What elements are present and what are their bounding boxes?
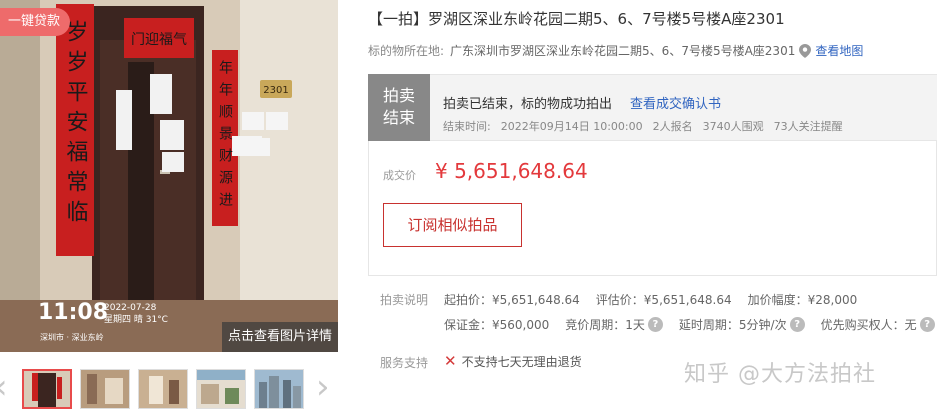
item-title: 【一拍】罗湖区深业东岭花园二期5、6、7号楼5号楼A座2301 [368,10,785,28]
auction-info-row-1: 起拍价：¥5,651,648.64 评估价：¥5,651,648.64 加价幅度… [444,291,857,308]
address-label: 标的物所在地: [368,44,445,58]
photo-location: 深圳市 · 深业东岭 [40,333,104,342]
thumbnail-4[interactable] [196,369,246,409]
svg-text:岁岁平安福常临: 岁岁平安福常临 [63,20,89,230]
view-count: 3740人围观 [702,120,764,133]
loan-badge[interactable]: 一键贷款 [0,8,71,36]
signup-count: 2人报名 [652,120,693,133]
help-icon[interactable]: ? [647,317,663,332]
address-row: 标的物所在地: 广东深圳市罗湖区深业东岭花园二期5、6、7号楼5号楼A座2301… [368,42,863,59]
watermark: 知乎 @大方法拍社 [684,362,876,387]
status-message-row: 拍卖已结束，标的物成功拍出 查看成交确认书 [443,93,721,112]
status-stats-row: 结束时间: 2022年09月14日 10:00:00 2人报名 3740人围观 73人关… [443,118,853,134]
end-time: 2022年09月14日 10:00:00 [500,120,643,133]
help-icon[interactable]: ? [789,317,805,332]
svg-text:2301: 2301 [263,85,288,96]
svg-text:年年顺景财源进: 年年顺景财源进 [217,60,233,214]
subscribe-similar-button[interactable]: 订阅相似拍品 [383,203,522,247]
bid-cycle: 竞价周期：1天 [565,318,645,332]
close-icon: ✕ [444,352,457,370]
deal-price-label: 成交价 [383,169,416,182]
status-tag-line1: 拍卖 [382,86,415,105]
chevron-left-icon[interactable]: ‹ [0,370,8,404]
view-map-link[interactable]: 查看地图 [815,42,863,59]
photo-date-weather: 2022-07-28 星期四 晴 31°C [104,302,168,326]
auction-info-label: 拍卖说明 [380,293,429,307]
photo-date: 2022-07-28 [104,303,157,313]
deal-price: ¥ 5,651,648.64 [435,159,588,183]
auction-status-panel: 拍卖 结束 拍卖已结束，标的物成功拍出 查看成交确认书 结束时间: 2022年09月… [368,74,937,276]
thumbnail-5[interactable] [254,369,304,409]
svg-text:门迎福气: 门迎福气 [131,32,187,48]
deposit: 保证金：¥560,000 [444,318,550,332]
status-tag-line2: 结束 [382,108,415,127]
thumbnail-1[interactable] [22,369,72,409]
auction-ended-tag: 拍卖 结束 [368,74,430,141]
status-header: 拍卖 结束 拍卖已结束，标的物成功拍出 查看成交确认书 结束时间: 2022年09月… [368,74,937,141]
auction-info-row-2: 保证金：¥560,000 竞价周期：1天 ? 延时周期：5分钟/次 ? 优先购买… [444,316,935,333]
delay-cycle: 延时周期：5分钟/次 [678,318,787,332]
starting-price: 起拍价：¥5,651,648.64 [444,293,580,307]
location-pin-icon [799,43,812,58]
service-row: ✕ 不支持七天无理由退货 [444,352,582,370]
thumbnail-2[interactable] [80,369,130,409]
appraisal-price: 评估价：¥5,651,648.64 [595,293,732,307]
view-photo-detail-button[interactable]: 点击查看图片详情 [222,322,338,352]
follow-count: 73人关注提醒 [773,120,843,133]
status-message: 拍卖已结束，标的物成功拍出 [443,97,613,112]
no-return-policy: 不支持七天无理由退货 [461,354,582,369]
chevron-right-icon[interactable]: › [316,370,330,404]
priority-buyer: 优先购买权人：无 [820,318,917,332]
end-time-label: 结束时间: [443,120,491,133]
thumbnail-3[interactable] [138,369,188,409]
photo-weather: 星期四 晴 31°C [104,315,168,325]
view-confirmation-link[interactable]: 查看成交确认书 [630,97,721,112]
help-icon[interactable]: ? [919,317,935,332]
bid-increment: 加价幅度：¥28,000 [747,293,858,307]
main-photo[interactable]: 2301 岁岁平安福常临 年年顺景财源进 门迎福气 一键贷款 11:08 202… [0,0,338,352]
service-label: 服务支持 [380,356,429,370]
address-value: 广东深圳市罗湖区深业东岭花园二期5、6、7号楼5号楼A座2301 [450,44,796,58]
photo-time: 11:08 [38,300,109,325]
thumbnail-strip: ‹ › [0,364,338,410]
